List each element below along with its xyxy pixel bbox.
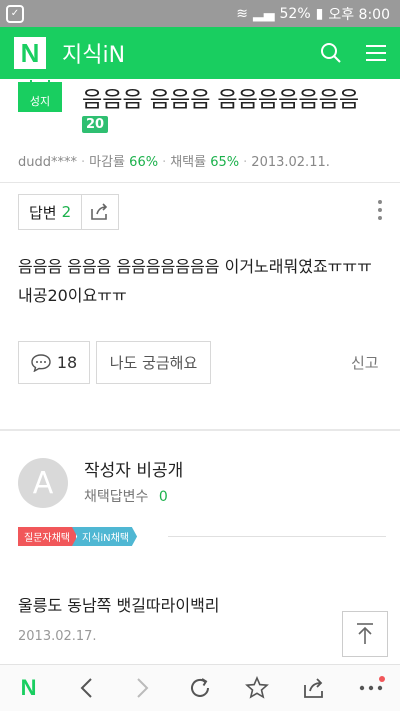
notification-dot (379, 676, 386, 682)
adopt-rate-label: 채택률 (170, 155, 207, 170)
points-badge: 20 (82, 116, 109, 133)
battery-icon: ▮ (315, 5, 324, 22)
like-count: 18 (56, 353, 78, 372)
section-separator (0, 429, 400, 431)
kin-adopted-tag: 지식iN채택 (72, 527, 138, 546)
back-icon[interactable] (66, 668, 106, 708)
question-title: 음음음 음음음 음음음음음음음 (82, 88, 360, 113)
badge-label: 성지 (29, 95, 51, 108)
app-header: N 지식iN (0, 27, 400, 79)
answer-writer: 작성자 비공개 (84, 461, 184, 481)
naver-home-icon[interactable]: N (21, 675, 37, 701)
speech-bubble-icon (31, 353, 51, 372)
answer-count: 2 (61, 203, 72, 221)
clock: 오후 8:00 (328, 6, 390, 23)
question-badge: 성지 (18, 80, 62, 112)
question-meta: dudd**** · 마감률 66% · 채택률 65% · 2013.02.11. (18, 155, 330, 170)
battery-level: 52% (279, 5, 311, 22)
badge-decoration (30, 80, 50, 94)
page-title[interactable]: 지식iN (62, 37, 125, 69)
arrow-up-icon (357, 623, 373, 644)
question-actions: 18 나도 궁금해요 (18, 341, 211, 384)
question-date: 2013.02.11. (251, 155, 330, 170)
more-options-icon[interactable] (378, 200, 384, 220)
refresh-icon[interactable] (180, 668, 220, 708)
browser-toolbar: N (0, 664, 400, 711)
wifi-icon: ≋ (236, 5, 248, 22)
naver-logo[interactable]: N (14, 37, 46, 69)
answer-adopt-info: 채택답변수 0 (84, 486, 168, 506)
forward-icon[interactable] (123, 668, 163, 708)
answer-label: 답변 (29, 203, 57, 222)
answer-body: 울릉도 동남쪽 뱃길따라이백리 (18, 596, 220, 615)
scroll-top-button[interactable] (342, 611, 388, 657)
adopt-count: 0 (158, 489, 168, 505)
app-notification-icon: ✓ (6, 4, 24, 23)
author-id[interactable]: dudd**** (18, 155, 77, 170)
share-page-icon[interactable] (294, 668, 334, 708)
adopt-rate: 65% (210, 155, 240, 170)
divider (0, 182, 400, 183)
adoption-tags: 질문자채택 지식iN채택 (18, 527, 138, 546)
asker-adopted-tag: 질문자채택 (18, 527, 76, 546)
bookmark-star-icon[interactable] (237, 668, 277, 708)
share-icon[interactable] (82, 195, 118, 229)
like-button[interactable]: 18 (18, 341, 90, 384)
more-menu-icon[interactable] (351, 668, 391, 708)
answer-bar: 답변 2 (18, 194, 120, 230)
answer-date: 2013.02.17. (18, 629, 97, 644)
adopt-count-label: 채택답변수 (84, 489, 149, 505)
question-body: 음음음 음음음 음음음음음음음 이거노래뭐였죠ㅠㅠㅠ내공20이요ㅠㅠ (18, 257, 372, 305)
signal-icon: ▂▄ (252, 5, 275, 22)
report-link[interactable]: 신고 (351, 352, 379, 373)
divider (168, 536, 386, 537)
status-bar: ✓ ≋ ▂▄ 52% ▮ 오후 8:00 (0, 0, 400, 27)
avatar: A (18, 458, 68, 508)
me-too-button[interactable]: 나도 궁금해요 (96, 341, 211, 384)
menu-icon[interactable] (366, 44, 386, 62)
close-rate: 66% (129, 155, 159, 170)
status-right: ≋ ▂▄ 52% ▮ 오후 8:00 (236, 4, 390, 24)
answer-count-button[interactable]: 답변 2 (19, 195, 83, 229)
search-icon[interactable] (320, 42, 342, 64)
close-rate-label: 마감률 (89, 155, 126, 170)
